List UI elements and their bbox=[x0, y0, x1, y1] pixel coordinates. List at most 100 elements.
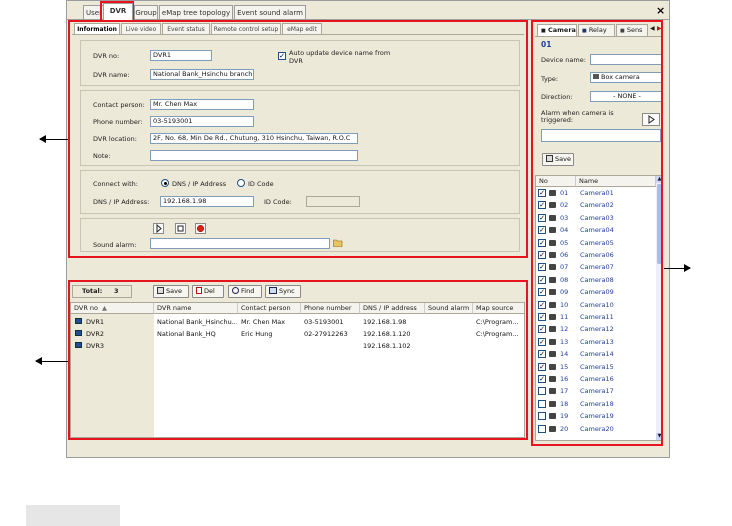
footer-block bbox=[26, 505, 120, 526]
cell-dns-ip: 192.168.1.98 bbox=[363, 318, 407, 326]
tab-group[interactable]: Group bbox=[134, 5, 158, 20]
camera-enable-checkbox[interactable]: ✓ bbox=[538, 189, 546, 197]
camera-row-no: 01 bbox=[560, 189, 569, 197]
camera-icon bbox=[549, 239, 556, 246]
dvr-icon bbox=[75, 342, 82, 348]
tab-event-sound-label: Event sound alarm bbox=[237, 9, 303, 17]
camera-enable-checkbox[interactable]: ✓ bbox=[538, 201, 546, 210]
scroll-up-icon[interactable]: ▲ bbox=[656, 176, 662, 183]
camera-tab-line bbox=[535, 36, 662, 37]
tab-scroll-left-icon[interactable]: ◀ bbox=[650, 25, 655, 32]
contact-person-label: Contact person: bbox=[93, 101, 145, 109]
camera-row-no: 03 bbox=[560, 213, 569, 222]
tab-event-sound[interactable]: Event sound alarm bbox=[234, 5, 306, 20]
camera-enable-checkbox[interactable] bbox=[538, 424, 546, 433]
delete-button-label: Del bbox=[204, 287, 215, 295]
camera-enable-checkbox[interactable]: ✓ bbox=[538, 213, 546, 222]
subtab-emap-edit-label: eMap edit bbox=[287, 26, 317, 33]
camera-enable-checkbox[interactable]: ✓ bbox=[538, 251, 546, 259]
camera-enable-checkbox[interactable]: ✓ bbox=[538, 238, 546, 247]
camera-enable-checkbox[interactable]: ✓ bbox=[538, 325, 546, 334]
camera-enable-checkbox[interactable]: ✓ bbox=[538, 362, 546, 371]
camera-enable-checkbox[interactable] bbox=[538, 387, 546, 396]
camera-enable-checkbox[interactable]: ✓ bbox=[538, 300, 546, 309]
tab-user[interactable]: User bbox=[83, 5, 105, 20]
tab-emap-tree[interactable]: eMap tree topology bbox=[159, 5, 233, 20]
contact-person-field[interactable]: Mr. Chen Max bbox=[150, 99, 254, 110]
camera-row-no: 07 bbox=[560, 263, 569, 272]
folder-open-icon[interactable] bbox=[333, 238, 343, 247]
camera-type-select[interactable]: Box camera bbox=[590, 72, 662, 83]
sensor-tab[interactable]: ■ Sens bbox=[616, 24, 648, 36]
cell-phone: 02-27912263 bbox=[304, 330, 348, 338]
camera-enable-checkbox[interactable]: ✓ bbox=[538, 337, 546, 346]
col-camera-no[interactable]: No bbox=[536, 176, 576, 187]
col-camera-name[interactable]: Name bbox=[576, 176, 656, 187]
device-name-label: Device name: bbox=[541, 56, 586, 64]
delete-button[interactable]: Del bbox=[192, 285, 224, 298]
col-phone[interactable]: Phone number bbox=[301, 303, 360, 314]
col-dns-ip[interactable]: DNS / IP address bbox=[360, 303, 425, 314]
camera-enable-checkbox[interactable]: ✓ bbox=[538, 263, 546, 272]
play-button[interactable] bbox=[153, 223, 164, 234]
record-button[interactable] bbox=[195, 223, 206, 234]
connect-with-label: Connect with: bbox=[93, 180, 138, 188]
cell-contact: Eric Hung bbox=[241, 330, 273, 338]
device-name-field[interactable] bbox=[590, 54, 662, 65]
radio-dns-ip-label: DNS / IP Address bbox=[172, 180, 227, 188]
camera-row-no: 18 bbox=[560, 399, 569, 408]
col-sound-alarm-label: Sound alarm bbox=[428, 304, 470, 312]
col-map-source-label: Map source bbox=[476, 304, 514, 312]
camera-enable-checkbox[interactable]: ✓ bbox=[538, 350, 546, 359]
relay-tab[interactable]: ■ Relay bbox=[578, 24, 615, 36]
sound-alarm-label: Sound alarm: bbox=[93, 241, 137, 249]
col-contact[interactable]: Contact person bbox=[238, 303, 301, 314]
camera-enable-checkbox[interactable]: ✓ bbox=[538, 313, 546, 321]
col-dvr-name[interactable]: DVR name bbox=[154, 303, 238, 314]
cell-dvr-name: National Bank_Hsinchu... bbox=[157, 318, 237, 326]
radio-dns-ip[interactable] bbox=[161, 179, 169, 187]
note-field[interactable] bbox=[150, 150, 358, 161]
camera-enable-checkbox[interactable]: ✓ bbox=[538, 288, 546, 297]
col-map-source[interactable]: Map source bbox=[473, 303, 524, 314]
camera-enable-checkbox[interactable]: ✓ bbox=[538, 375, 546, 383]
phone-number-field[interactable]: 03-5193001 bbox=[150, 116, 254, 127]
camera-save-button[interactable]: Save bbox=[542, 153, 574, 166]
save-button[interactable]: Save bbox=[153, 285, 189, 298]
camera-enable-checkbox[interactable]: ✓ bbox=[538, 275, 546, 284]
camera-enable-checkbox[interactable]: ✓ bbox=[538, 226, 546, 235]
auto-update-checkbox[interactable]: ✓ bbox=[278, 52, 286, 60]
dns-ip-field[interactable]: 192.168.1.98 bbox=[160, 196, 254, 207]
sound-alarm-field[interactable] bbox=[150, 238, 330, 249]
camera-tab-icon: ■ bbox=[541, 28, 546, 34]
camera-enable-checkbox[interactable] bbox=[538, 399, 546, 408]
camera-enable-checkbox[interactable] bbox=[538, 412, 546, 421]
id-code-field[interactable] bbox=[306, 196, 360, 207]
subtab-remote-control-label: Remote control setup bbox=[213, 26, 279, 33]
camera-row-name: Camera02 bbox=[580, 201, 614, 210]
sync-button[interactable]: Sync bbox=[265, 285, 301, 298]
direction-label: Direction: bbox=[541, 93, 573, 101]
dvr-no-field[interactable]: DVR1 bbox=[150, 50, 212, 61]
scroll-thumb[interactable] bbox=[657, 184, 662, 264]
tab-scroll-right-icon[interactable]: ▶ bbox=[657, 25, 662, 32]
radio-id-code[interactable] bbox=[237, 179, 245, 187]
direction-select[interactable]: - NONE - bbox=[590, 91, 662, 102]
camera-row-name: Camera12 bbox=[580, 325, 614, 334]
alarm-sound-field[interactable] bbox=[541, 129, 661, 142]
find-button[interactable]: Find bbox=[228, 285, 262, 298]
stop-button[interactable] bbox=[175, 223, 186, 234]
scroll-down-icon[interactable]: ▼ bbox=[656, 433, 662, 440]
col-sound-alarm[interactable]: Sound alarm bbox=[425, 303, 473, 314]
close-icon[interactable]: × bbox=[656, 4, 665, 17]
camera-row-no: 02 bbox=[560, 201, 569, 210]
camera-icon bbox=[549, 214, 556, 221]
camera-row-no: 19 bbox=[560, 412, 569, 421]
tab-dvr[interactable]: DVR bbox=[103, 3, 133, 20]
col-dvr-no[interactable]: DVR no ▲ bbox=[71, 303, 154, 314]
camera-tab[interactable]: ■ Camera bbox=[537, 24, 577, 36]
find-button-label: Find bbox=[241, 287, 255, 295]
alarm-play-button[interactable] bbox=[642, 113, 660, 126]
dvr-name-field[interactable]: National Bank_Hsinchu branch bbox=[150, 69, 254, 80]
dvr-location-field[interactable]: 2F, No. 68, Min De Rd., Chutung, 310 Hsi… bbox=[150, 133, 358, 144]
